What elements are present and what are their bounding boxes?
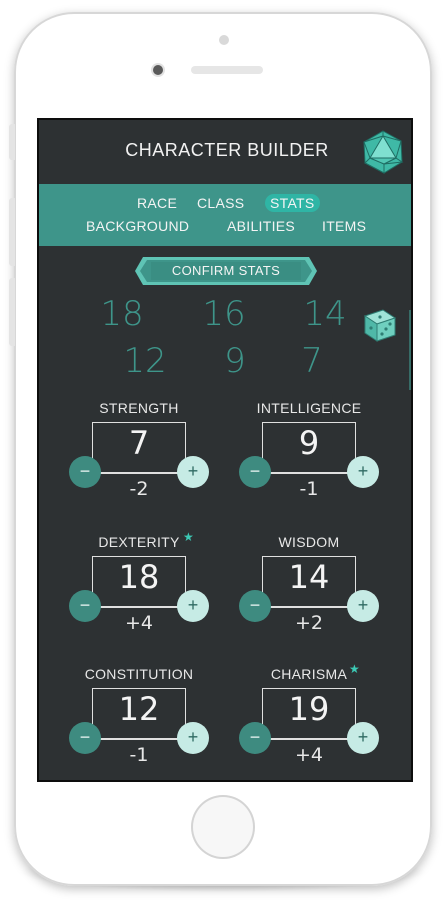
stat-wisdom-modifier: +2 — [294, 612, 323, 634]
roll-value-5[interactable]: 9 — [205, 341, 265, 381]
intelligence-increment-button[interactable]: + — [347, 456, 379, 488]
roll-value-6[interactable]: 7 — [282, 341, 342, 381]
tab-items[interactable]: ITEMS — [322, 217, 366, 235]
constitution-decrement-button[interactable]: − — [69, 722, 101, 754]
strength-decrement-button[interactable]: − — [69, 456, 101, 488]
stat-divider — [262, 472, 356, 474]
stat-strength-value[interactable]: 7 — [92, 424, 186, 462]
tab-class[interactable]: CLASS — [197, 194, 244, 212]
stat-wisdom-label: WISDOM — [278, 534, 340, 550]
tab-bar: RACE CLASS STATS BACKGROUND ABILITIES IT… — [39, 184, 411, 246]
dexterity-decrement-button[interactable]: − — [69, 590, 101, 622]
stat-strength-label: STRENGTH — [99, 400, 179, 416]
sensor-dot — [219, 35, 229, 45]
wisdom-decrement-button[interactable]: − — [239, 590, 271, 622]
roll-value-4[interactable]: 12 — [115, 341, 175, 381]
tab-abilities[interactable]: ABILITIES — [227, 217, 295, 235]
roll-value-2[interactable]: 16 — [194, 294, 254, 334]
tab-race[interactable]: RACE — [137, 194, 177, 212]
roll-value-3[interactable]: 14 — [295, 294, 355, 334]
stat-intelligence-modifier: -1 — [299, 478, 319, 500]
volume-down-button — [9, 278, 15, 346]
volume-up-button — [9, 198, 15, 266]
stat-strength: STRENGTH 7 -2 − + — [69, 400, 209, 510]
scroll-indicator — [409, 310, 411, 390]
charisma-increment-button[interactable]: + — [347, 722, 379, 754]
star-icon: ★ — [183, 530, 194, 544]
stat-constitution-value[interactable]: 12 — [92, 690, 186, 728]
stat-dexterity: DEXTERITY ★ 18 +4 − + — [69, 530, 209, 644]
stat-wisdom-value[interactable]: 14 — [262, 558, 356, 596]
front-camera — [153, 65, 163, 75]
stat-constitution: CONSTITUTION 12 -1 − + — [69, 666, 209, 776]
stat-divider — [262, 738, 356, 740]
app-title: CHARACTER BUILDER — [125, 140, 329, 160]
tab-background[interactable]: BACKGROUND — [86, 217, 189, 235]
stat-constitution-label: CONSTITUTION — [84, 666, 194, 682]
tab-stats[interactable]: STATS — [265, 194, 320, 212]
strength-increment-button[interactable]: + — [177, 456, 209, 488]
app-screen: CHARACTER BUILDER RACE CLASS STATS BACKG… — [37, 118, 413, 782]
stat-charisma-modifier: +4 — [294, 744, 323, 766]
dexterity-increment-button[interactable]: + — [177, 590, 209, 622]
stat-intelligence: INTELLIGENCE 9 -1 − + — [239, 400, 379, 510]
stat-divider — [92, 738, 186, 740]
roll-value-1[interactable]: 18 — [92, 294, 152, 334]
mute-switch — [9, 124, 15, 160]
dice-icon[interactable] — [361, 306, 399, 344]
intelligence-decrement-button[interactable]: − — [239, 456, 271, 488]
stat-divider — [92, 606, 186, 608]
confirm-stats-label: CONFIRM STATS — [171, 263, 281, 278]
stat-charisma: CHARISMA ★ 19 +4 − + — [239, 662, 379, 776]
star-icon: ★ — [349, 662, 360, 676]
stat-intelligence-label: INTELLIGENCE — [256, 400, 362, 416]
stat-divider — [92, 472, 186, 474]
earpiece-speaker — [191, 66, 263, 74]
stat-strength-modifier: -2 — [129, 478, 149, 500]
confirm-stats-button[interactable]: CONFIRM STATS — [135, 257, 317, 285]
home-button[interactable] — [191, 795, 255, 859]
stat-constitution-modifier: -1 — [129, 744, 149, 766]
constitution-increment-button[interactable]: + — [177, 722, 209, 754]
stat-dexterity-value[interactable]: 18 — [92, 558, 186, 596]
d20-icon[interactable] — [362, 130, 404, 174]
stat-dexterity-modifier: +4 — [124, 612, 153, 634]
stat-wisdom: WISDOM 14 +2 − + — [239, 534, 379, 644]
charisma-decrement-button[interactable]: − — [239, 722, 271, 754]
stat-intelligence-value[interactable]: 9 — [262, 424, 356, 462]
stat-charisma-value[interactable]: 19 — [262, 690, 356, 728]
stat-divider — [262, 606, 356, 608]
wisdom-increment-button[interactable]: + — [347, 590, 379, 622]
